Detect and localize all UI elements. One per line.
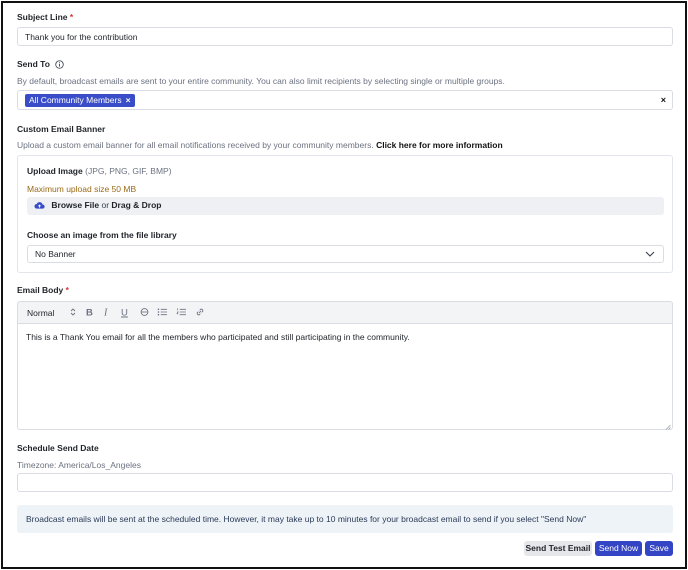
drag-drop-text: Drag & Drop [111, 200, 162, 210]
chevron-down-icon [645, 249, 655, 259]
more-info-link[interactable]: Click here for more information [376, 140, 503, 150]
file-library-value: No Banner [35, 249, 76, 259]
browse-file-link[interactable]: Browse File [51, 200, 99, 210]
custom-banner-label: Custom Email Banner [17, 124, 106, 134]
send-to-select[interactable]: All Community Members × × [17, 90, 673, 110]
link-icon[interactable] [195, 307, 205, 319]
bold-icon[interactable]: B [86, 307, 93, 318]
file-library-select[interactable]: No Banner [27, 245, 664, 263]
upload-image-label: Upload Image [27, 166, 83, 176]
email-body-label: Email Body [17, 285, 64, 295]
upload-or-text: or [101, 200, 110, 210]
schedule-date-input[interactable] [17, 473, 673, 492]
chip-remove-icon[interactable]: × [126, 95, 131, 105]
custom-banner-help: Upload a custom email banner for all ema… [17, 140, 503, 150]
upload-image-heading: Upload Image (JPG, PNG, GIF, BMP) [27, 166, 172, 176]
email-body-editor[interactable]: This is a Thank You email for all the me… [17, 323, 673, 430]
send-test-email-button[interactable]: Send Test Email [524, 541, 592, 556]
format-select[interactable]: Normal [27, 308, 54, 318]
timezone-text: Timezone: America/Los_Angeles [17, 460, 141, 470]
subject-line-value: Thank you for the contribution [25, 31, 138, 42]
email-body-text: This is a Thank You email for all the me… [26, 332, 410, 342]
upload-dropzone[interactable]: Browse File or Drag & Drop [27, 197, 664, 215]
underline-icon[interactable]: U [121, 307, 128, 318]
save-button[interactable]: Save [645, 541, 673, 556]
schedule-send-date-label: Schedule Send Date [17, 443, 99, 453]
strikethrough-icon[interactable] [140, 307, 149, 318]
subject-line-label: Subject Line [17, 12, 68, 22]
email-body-heading: Email Body * [17, 285, 69, 295]
send-now-button[interactable]: Send Now [595, 541, 642, 556]
resize-handle-icon[interactable] [665, 422, 671, 430]
numbered-list-icon[interactable] [176, 307, 187, 318]
recipient-chip-label: All Community Members [29, 95, 122, 105]
subject-line-input[interactable]: Thank you for the contribution [17, 27, 673, 46]
format-updown-icon[interactable] [70, 307, 76, 318]
cloud-upload-icon [34, 201, 45, 212]
upload-dropzone-content: Browse File or Drag & Drop [34, 200, 161, 212]
italic-icon[interactable]: I [104, 307, 107, 318]
editor-toolbar: Normal B I U [17, 301, 673, 323]
send-to-heading: Send To [17, 59, 64, 71]
broadcast-notice: Broadcast emails will be sent at the sch… [17, 505, 673, 533]
broadcast-email-form: Subject Line * Thank you for the contrib… [1, 1, 687, 569]
upload-formats: (JPG, PNG, GIF, BMP) [85, 166, 172, 176]
banner-upload-panel: Upload Image (JPG, PNG, GIF, BMP) Maximu… [17, 155, 673, 273]
custom-banner-help-text: Upload a custom email banner for all ema… [17, 140, 374, 150]
clear-recipients-icon[interactable]: × [661, 95, 666, 105]
send-to-label: Send To [17, 59, 50, 69]
required-mark: * [65, 285, 69, 295]
file-library-label: Choose an image from the file library [27, 230, 177, 240]
required-mark: * [69, 12, 74, 22]
bullet-list-icon[interactable] [157, 307, 168, 318]
format-select-value: Normal [27, 307, 55, 318]
subject-line-heading: Subject Line * [17, 12, 73, 22]
recipient-chip[interactable]: All Community Members × [25, 94, 135, 107]
send-to-help: By default, broadcast emails are sent to… [17, 76, 505, 86]
max-upload-size: Maximum upload size 50 MB [27, 184, 137, 194]
broadcast-notice-text: Broadcast emails will be sent at the sch… [26, 514, 587, 524]
info-circle-icon[interactable] [55, 60, 64, 71]
